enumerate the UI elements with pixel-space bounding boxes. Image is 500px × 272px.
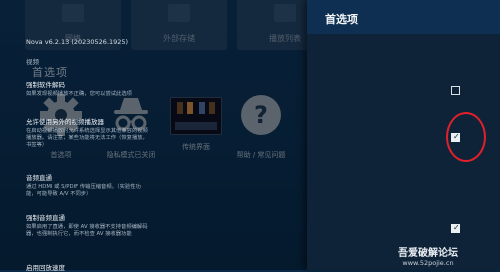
panel-title: 首选项	[325, 13, 358, 26]
checkmark-icon: ✓	[453, 223, 460, 232]
setting-description: 在启动视频播放时允许系统选择显示其他兼容的视频播放器。请注意，某些功能将无法工作…	[26, 128, 148, 148]
setting-audio-passthrough[interactable]: 音频直通 通过 HDMI 或 S/PDIF 传输压缩音频。（实验性功能，可能导致…	[26, 172, 151, 198]
panel-header: 首选项	[307, 0, 500, 34]
setting-title: 强制音频直通	[26, 214, 65, 222]
force-software-decoding-checkbox[interactable]	[451, 86, 460, 95]
watermark-url: www.52pojie.cn	[402, 259, 454, 267]
setting-title: 强制软件解码	[26, 81, 65, 89]
setting-title: 启用回放速度	[26, 264, 65, 272]
red-highlight-circle	[446, 112, 486, 162]
setting-enable-playback-speed[interactable]: 启用回放速度	[26, 262, 151, 272]
category-video: 视频	[26, 58, 39, 66]
version-info: Nova v6.2.13 (20230526.1925)	[26, 38, 129, 46]
setting-description: 通过 HDMI 或 S/PDIF 传输压缩音频。（实验性功能，可能导致 A/V …	[26, 184, 141, 197]
setting-title: 音频直通	[26, 174, 52, 182]
setting-description: 如果启用了直通，即使 AV 接收器不支持音频编解码器，也强制执行它，而不检查 A…	[26, 224, 148, 237]
setting-description: 如果发现视频播放不正确，您可以尝试此选项	[26, 91, 132, 97]
setting-force-software-decoding[interactable]: 强制软件解码 如果发现视频播放不正确，您可以尝试此选项	[26, 79, 151, 98]
force-audio-passthrough-checkbox[interactable]: ✓	[451, 223, 460, 233]
setting-title: 允许使用另外的视频播放器	[26, 118, 104, 126]
setting-force-audio-passthrough[interactable]: 强制音频直通 如果启用了直通，即使 AV 接收器不支持音频编解码器，也强制执行它…	[26, 212, 151, 238]
watermark-title: 吾爱破解论坛	[398, 248, 458, 259]
watermark: 吾爱破解论坛 www.52pojie.cn	[398, 244, 458, 267]
setting-allow-external-player[interactable]: 允许使用另外的视频播放器 在启动视频播放时允许系统选择显示其他兼容的视频播放器。…	[26, 116, 151, 149]
